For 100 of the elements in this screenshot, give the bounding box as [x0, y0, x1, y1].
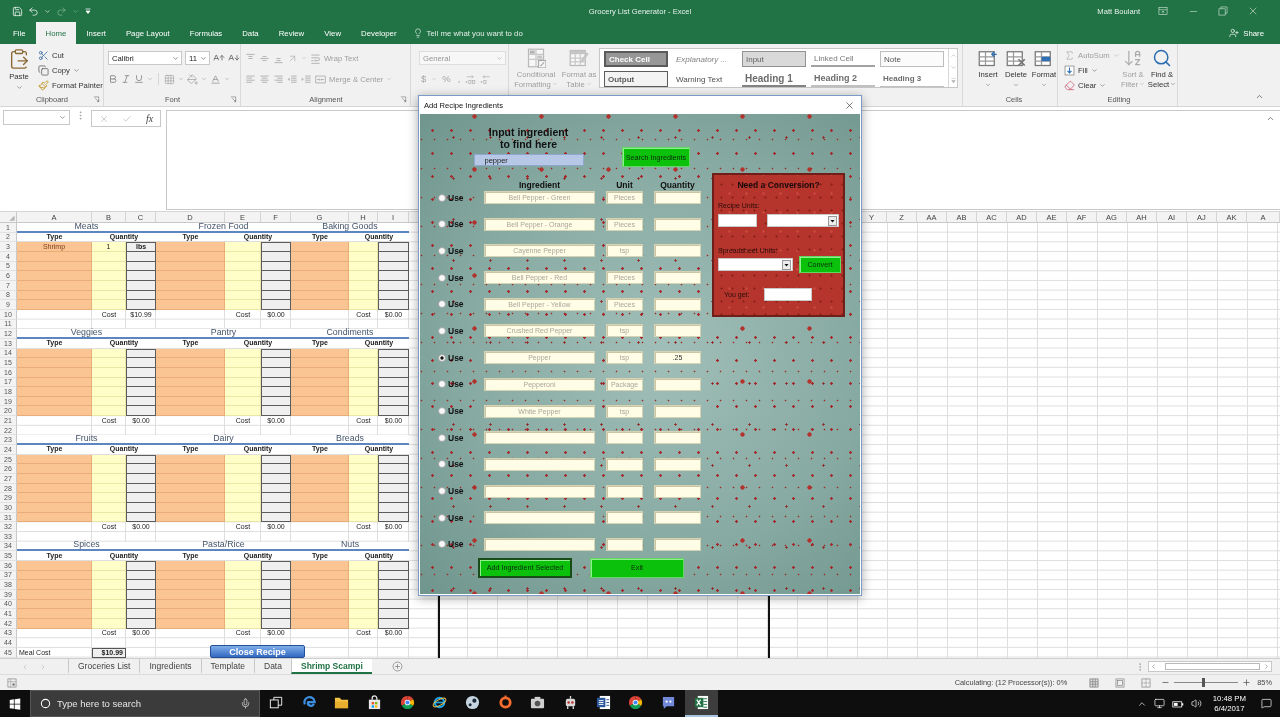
radio-button[interactable]: [438, 246, 446, 255]
quantity-field[interactable]: [654, 324, 701, 338]
zoom-in-icon[interactable]: [1242, 678, 1252, 687]
radio-button[interactable]: [438, 433, 446, 442]
scroll-down-icon[interactable]: [949, 64, 957, 72]
customize-toolbar-icon[interactable]: [84, 7, 92, 15]
radio-button[interactable]: [438, 380, 446, 389]
align-left-icon[interactable]: [245, 73, 256, 85]
quantity-field[interactable]: [654, 511, 701, 525]
unit-field[interactable]: [606, 484, 643, 498]
sheet-tab[interactable]: Shrimp Scampi: [290, 659, 372, 674]
quantity-field[interactable]: [654, 244, 701, 258]
recipe-amount-field[interactable]: [718, 214, 757, 227]
zoom-slider-thumb[interactable]: [1201, 678, 1205, 687]
restore-icon[interactable]: [1218, 6, 1228, 16]
scroll-left-icon[interactable]: [1150, 663, 1157, 670]
underline-icon[interactable]: [134, 74, 144, 84]
unit-field[interactable]: [606, 511, 643, 525]
quantity-field[interactable]: [654, 191, 701, 204]
radio-button[interactable]: [438, 353, 446, 362]
radio-button[interactable]: [438, 273, 446, 282]
dialog-launcher-icon[interactable]: [230, 95, 237, 103]
dialog-launcher-icon[interactable]: [400, 95, 407, 103]
quantity-field[interactable]: [654, 377, 701, 391]
add-sheet-icon[interactable]: [391, 661, 403, 672]
enter-icon[interactable]: [122, 113, 133, 124]
radio-button[interactable]: [438, 300, 446, 309]
normal-view-icon[interactable]: [1089, 677, 1100, 688]
border-icon[interactable]: [164, 73, 175, 85]
radio-button[interactable]: [438, 487, 446, 496]
more-styles-icon[interactable]: [949, 77, 957, 85]
category-title: Meats: [17, 223, 156, 233]
ingredient-field[interactable]: [484, 537, 595, 551]
close-icon[interactable]: [844, 99, 855, 111]
page-break-icon[interactable]: [1141, 677, 1152, 688]
taskbar-button[interactable]: [684, 690, 718, 717]
align-right-icon[interactable]: [273, 73, 284, 85]
align-center-icon[interactable]: [259, 73, 270, 85]
radio-button[interactable]: [438, 460, 446, 469]
name-box[interactable]: [3, 110, 70, 125]
grow-font-icon[interactable]: [213, 52, 225, 64]
ribbon-display-options-icon[interactable]: [1158, 6, 1168, 16]
increase-indent-icon[interactable]: [301, 73, 312, 85]
radio-button[interactable]: [438, 326, 446, 335]
quantity-field[interactable]: [654, 297, 701, 311]
scroll-right-icon[interactable]: [1263, 663, 1270, 670]
select-all-icon[interactable]: [9, 215, 15, 221]
table-cell: [92, 483, 126, 494]
quantity-field[interactable]: [654, 457, 701, 471]
quantity-field[interactable]: [654, 217, 701, 231]
decrease-indent-icon[interactable]: [287, 73, 298, 85]
radio-button[interactable]: [438, 220, 446, 229]
taskbar-search-field[interactable]: Type here to search: [30, 690, 260, 717]
caret-icon[interactable]: [72, 7, 79, 15]
caret-icon[interactable]: [44, 7, 51, 15]
fill-color-icon[interactable]: [187, 73, 198, 85]
shrink-font-icon[interactable]: [228, 52, 240, 64]
speaker-icon[interactable]: [1190, 698, 1202, 709]
decrease-decimal-icon[interactable]: [480, 73, 493, 85]
font-color-icon[interactable]: [210, 73, 221, 85]
scroll-up-icon[interactable]: [949, 51, 957, 59]
cancel-icon[interactable]: [98, 113, 109, 124]
page-layout-icon[interactable]: [1115, 677, 1126, 688]
close-icon[interactable]: [1247, 5, 1259, 17]
monitor-icon[interactable]: [1153, 698, 1165, 709]
caret-icon: [1170, 81, 1177, 88]
unit-field[interactable]: [606, 431, 643, 445]
increase-decimal-icon[interactable]: [465, 73, 478, 85]
unit-field[interactable]: [606, 457, 643, 471]
insert-function-button[interactable]: fx: [146, 113, 154, 124]
notifications-icon[interactable]: [1261, 698, 1272, 709]
close-recipe-button[interactable]: Close Recipe: [210, 645, 305, 658]
save-icon[interactable]: [12, 5, 23, 17]
bold-icon[interactable]: [108, 74, 118, 84]
radio-button[interactable]: [438, 513, 446, 522]
radio-button[interactable]: [438, 540, 446, 549]
dialog-launcher-icon[interactable]: [93, 95, 100, 103]
quantity-field[interactable]: [654, 484, 701, 498]
quantity-field[interactable]: [654, 537, 701, 551]
scroll-thumb[interactable]: [1165, 663, 1260, 670]
horizontal-scrollbar[interactable]: [1148, 661, 1272, 672]
next-sheet-icon[interactable]: [39, 662, 47, 671]
quantity-field[interactable]: [654, 404, 701, 418]
italic-icon[interactable]: [121, 74, 131, 84]
ingredient-field[interactable]: [484, 484, 595, 498]
table-cell: [225, 242, 261, 252]
quantity-field[interactable]: [654, 271, 701, 285]
unit-field[interactable]: [606, 537, 643, 551]
ingredient-field[interactable]: [484, 457, 595, 471]
radio-button[interactable]: [438, 193, 446, 202]
undo-icon[interactable]: [28, 5, 39, 17]
collapse-icon[interactable]: [1266, 114, 1275, 123]
collapse-ribbon-icon[interactable]: [1255, 92, 1264, 101]
ingredient-field[interactable]: [484, 431, 595, 445]
ingredient-field[interactable]: [484, 511, 595, 525]
radio-button[interactable]: [438, 407, 446, 415]
redo-icon[interactable]: [56, 5, 67, 17]
previous-sheet-icon[interactable]: [21, 662, 29, 671]
quantity-field[interactable]: [654, 431, 701, 445]
start-icon[interactable]: [9, 697, 21, 710]
